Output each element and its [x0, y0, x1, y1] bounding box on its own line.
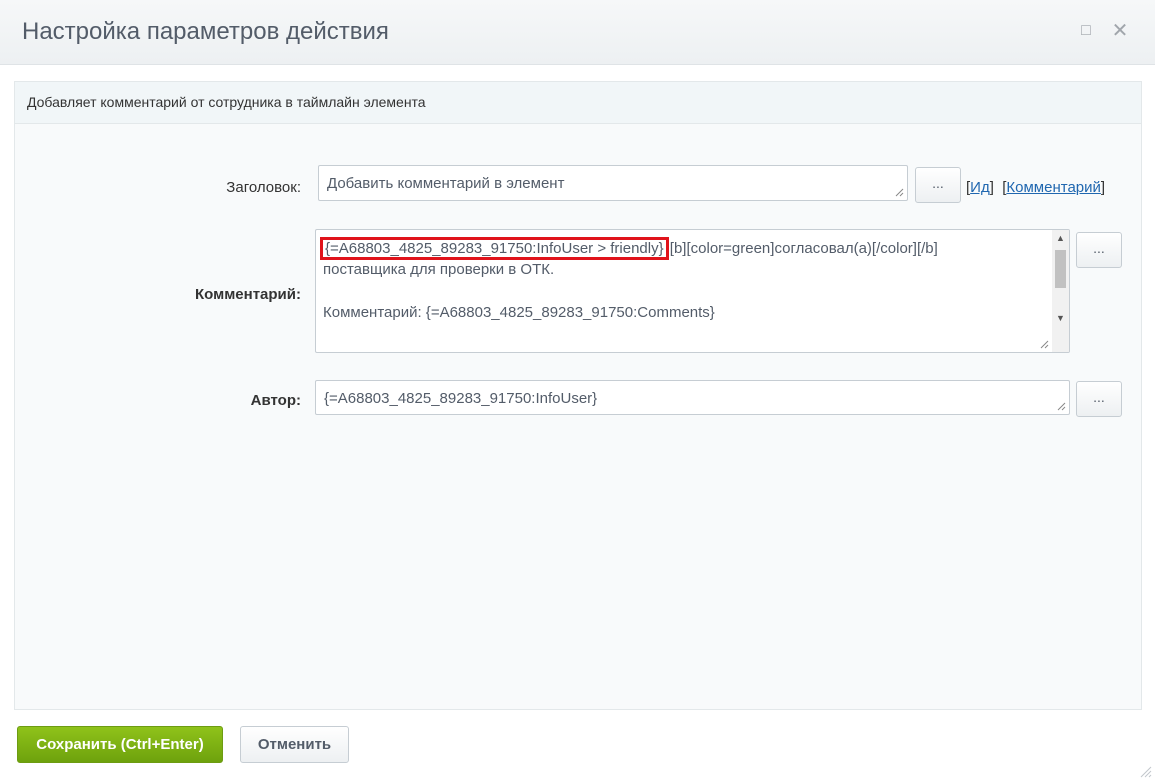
author-label: Автор: [250, 392, 301, 409]
scroll-up-icon[interactable]: ▲ [1052, 230, 1069, 247]
comment-text: {=A68803_4825_89283_91750:InfoUser > fri… [320, 237, 1043, 323]
title-label: Заголовок: [226, 179, 301, 196]
cancel-button[interactable]: Отменить [240, 726, 349, 763]
settings-panel: Добавляет комментарий от сотрудника в та… [14, 81, 1142, 710]
comment-line1-rest: [b][color=green]согласовал(а)[/color][/b… [669, 240, 938, 257]
title-links: [Ид] [Комментарий] [966, 179, 1106, 196]
comment-line3: Комментарий: {=A68803_4825_89283_91750:C… [323, 304, 715, 321]
comment-scrollbar[interactable]: ▲ ▼ [1052, 230, 1069, 352]
resize-grip-icon[interactable] [1039, 339, 1049, 349]
resize-grip-icon[interactable] [894, 187, 904, 197]
title-input[interactable]: Добавить комментарий в элемент [318, 165, 908, 201]
comment-insert-button[interactable]: ... [1076, 232, 1122, 268]
author-input-value: {=A68803_4825_89283_91750:InfoUser} [324, 390, 598, 407]
resize-grip-icon[interactable] [1056, 401, 1066, 411]
comment-line2: поставщика для проверки в ОТК. [323, 261, 555, 278]
highlighted-variable: {=A68803_4825_89283_91750:InfoUser > fri… [320, 237, 669, 260]
author-input[interactable]: {=A68803_4825_89283_91750:InfoUser} [315, 380, 1070, 415]
title-insert-button[interactable]: ... [915, 167, 961, 203]
link-comment[interactable]: Комментарий [1006, 179, 1100, 196]
author-insert-button[interactable]: ... [1076, 381, 1122, 417]
close-icon[interactable]: ✕ [1109, 20, 1131, 42]
comment-textarea[interactable]: {=A68803_4825_89283_91750:InfoUser > fri… [315, 229, 1070, 353]
maximize-icon[interactable]: □ [1075, 20, 1097, 42]
action-description: Добавляет комментарий от сотрудника в та… [27, 94, 426, 110]
comment-label: Комментарий: [194, 286, 301, 303]
dialog-titlebar: Настройка параметров действия □ ✕ [0, 0, 1155, 65]
title-input-value: Добавить комментарий в элемент [327, 175, 565, 192]
scroll-thumb[interactable] [1055, 250, 1066, 288]
save-button[interactable]: Сохранить (Ctrl+Enter) [17, 726, 223, 763]
dialog-title: Настройка параметров действия [22, 18, 389, 45]
description-bar: Добавляет комментарий от сотрудника в та… [15, 82, 1141, 124]
link-id[interactable]: Ид [970, 179, 990, 196]
window-resize-icon[interactable] [1138, 764, 1152, 778]
scroll-down-icon[interactable]: ▼ [1052, 310, 1069, 327]
